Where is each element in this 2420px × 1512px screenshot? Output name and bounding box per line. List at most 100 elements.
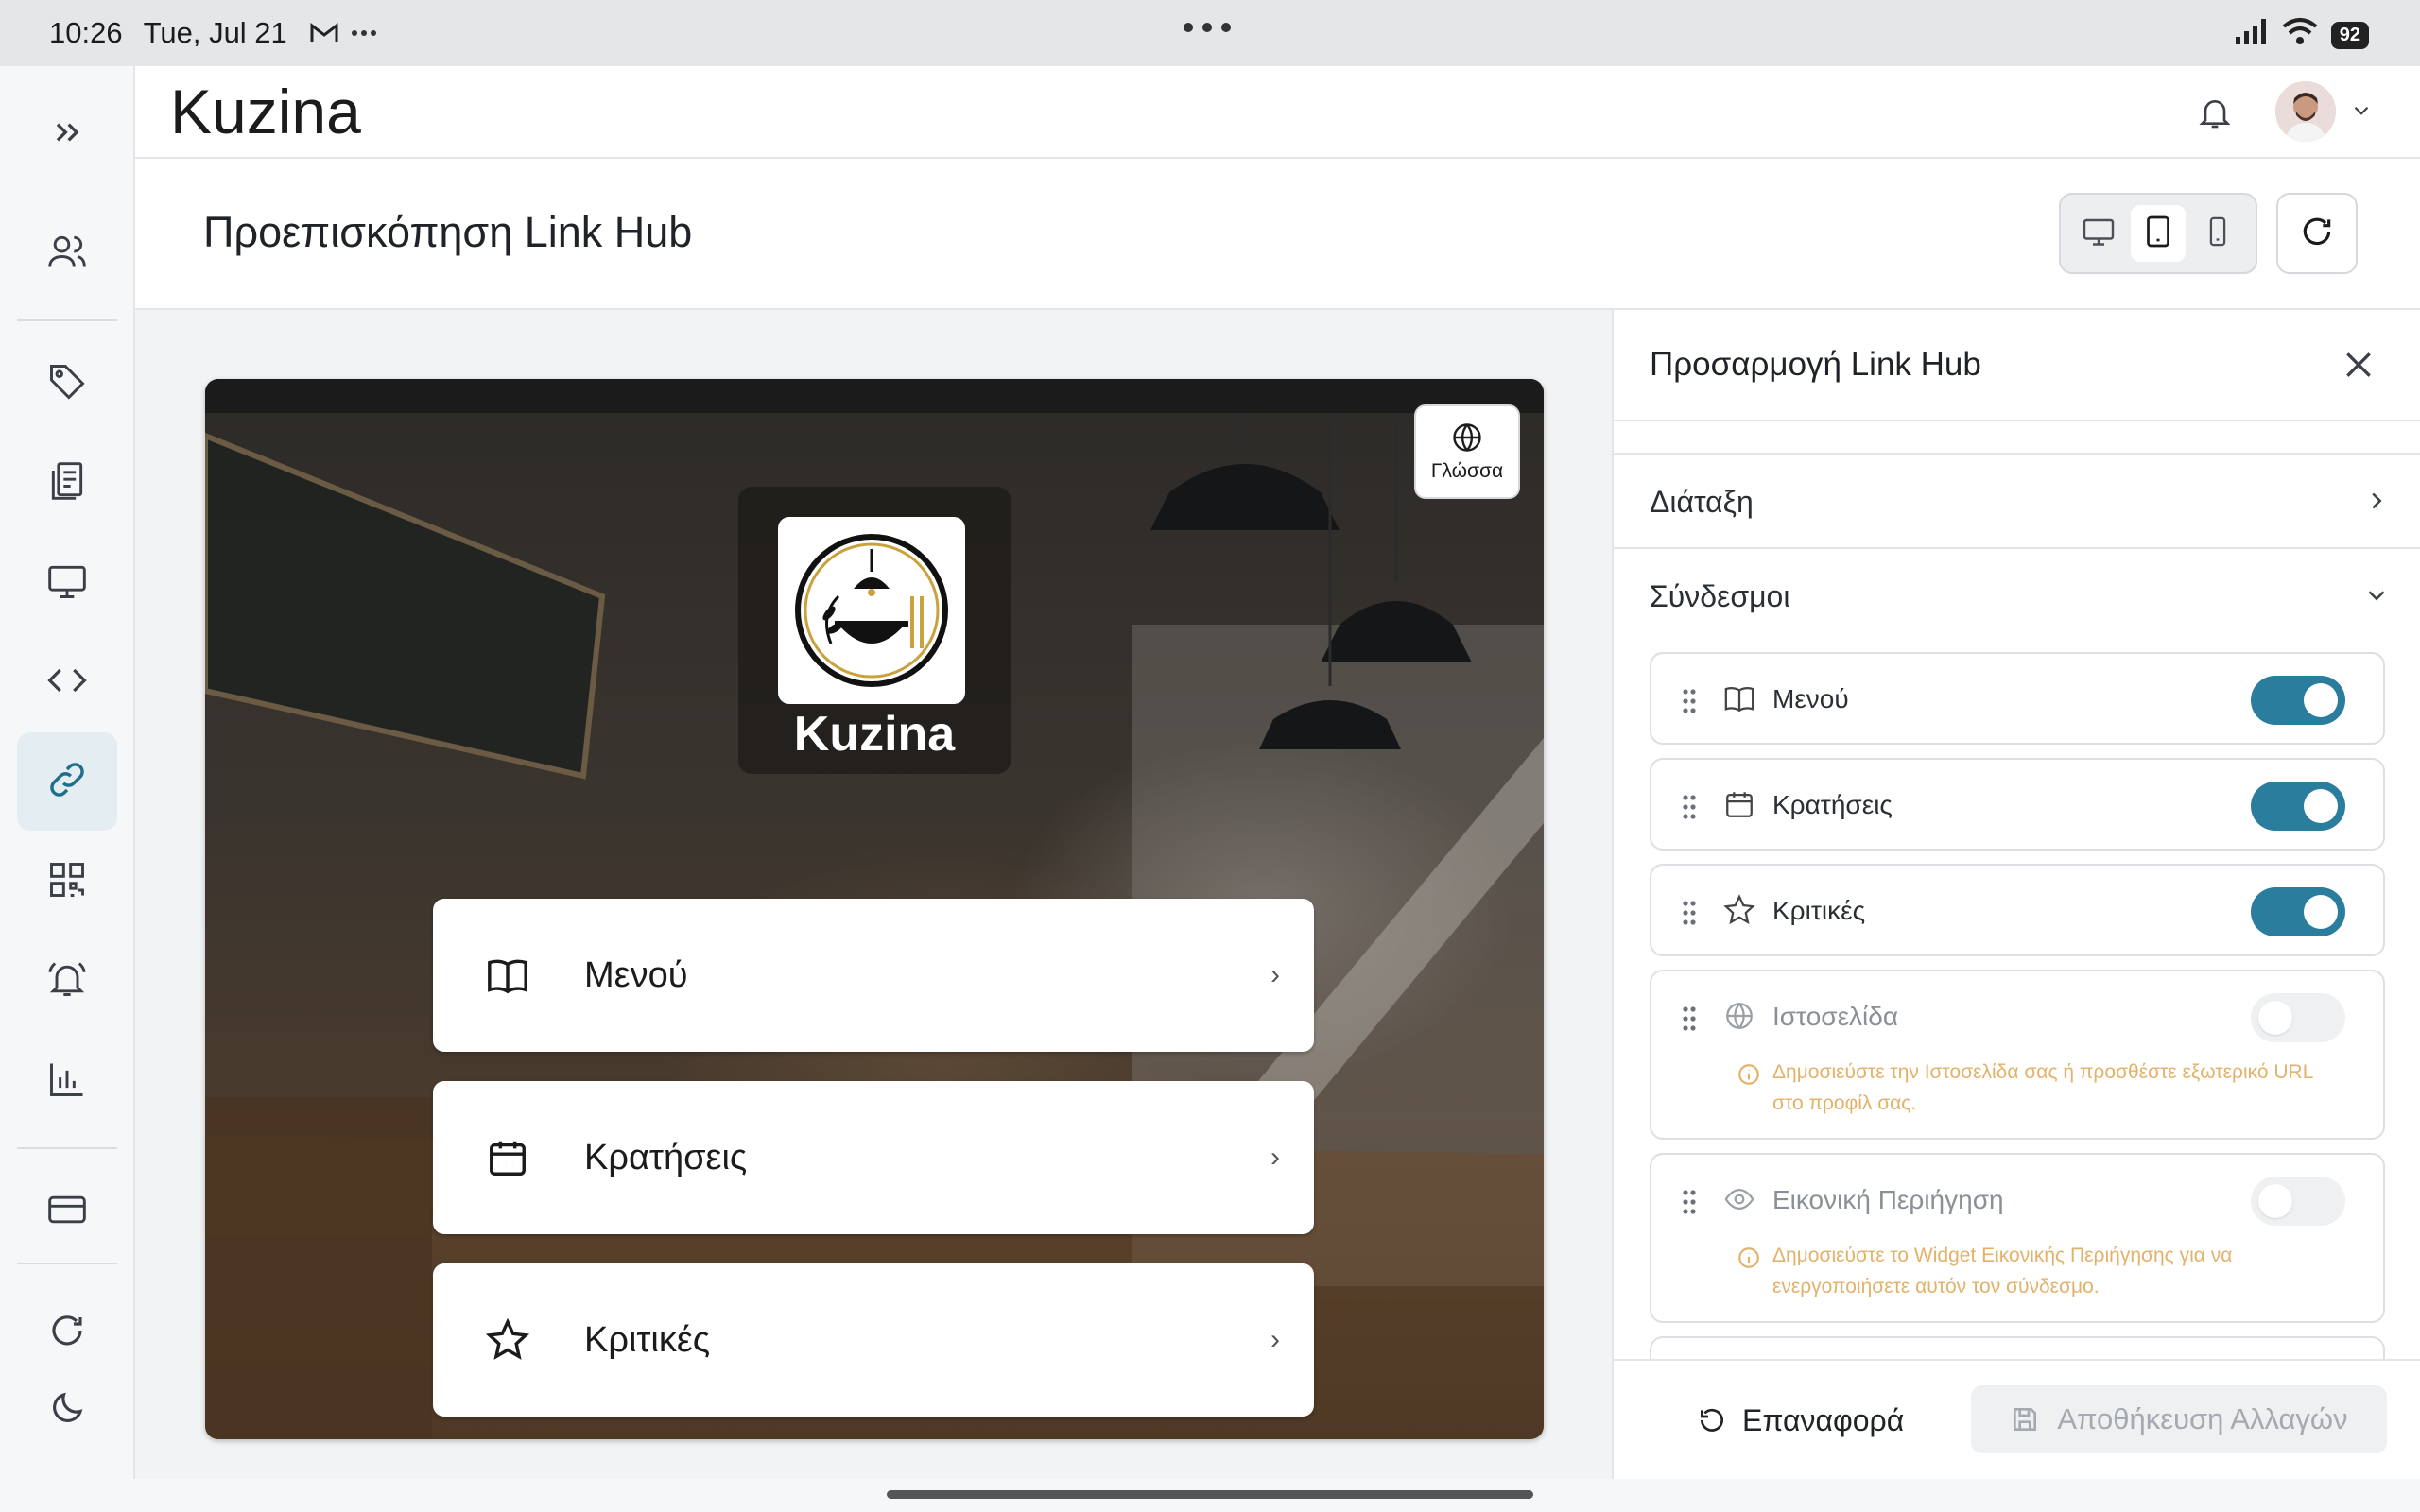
info-icon xyxy=(1737,1246,1761,1280)
link-item-label: Ιστοσελίδα xyxy=(1772,1002,1899,1031)
drag-handle-icon[interactable] xyxy=(1682,794,1697,825)
more-notifications-icon xyxy=(351,29,376,37)
reset-label: Επαναφορά xyxy=(1742,1402,1905,1437)
preview-link-reviews[interactable]: Κριτικές › xyxy=(433,1263,1314,1417)
link-item-reservations: Κρατήσεις xyxy=(1650,758,2385,850)
link-item-toggle[interactable] xyxy=(2251,1177,2345,1226)
link-item-virtual-tour: Εικονική Περιήγηση Δημοσιεύστε το Widget… xyxy=(1650,1153,2385,1323)
book-icon xyxy=(1723,682,1755,719)
sidebar-item-link-hub[interactable] xyxy=(17,732,117,831)
panel-header: Προσαρμογή Link Hub xyxy=(1614,310,2420,421)
moon-icon xyxy=(47,1388,87,1433)
code-icon xyxy=(46,660,88,706)
desktop-preview-button[interactable] xyxy=(2071,205,2126,262)
account-menu-button[interactable] xyxy=(2349,98,2374,128)
layout-section-toggle[interactable]: Διάταξη xyxy=(1614,453,2420,547)
links-section-toggle[interactable]: Σύνδεσμοι xyxy=(1614,547,2420,642)
wifi-icon xyxy=(2282,17,2318,53)
link-hub-preview: Γλώσσα Kuzina Μενού › Κρατήσεις › Κριτικ… xyxy=(205,379,1544,1439)
sidebar-item-display[interactable] xyxy=(17,534,117,632)
page-title: Προεπισκόπηση Link Hub xyxy=(203,208,693,256)
link-item-website: Ιστοσελίδα Δημοσιεύστε την Ιστοσελίδα σα… xyxy=(1650,970,2385,1140)
top-header: Kuzina xyxy=(135,66,2420,159)
sidebar-divider xyxy=(17,1147,117,1149)
link-item-label: Μενού xyxy=(1772,684,1849,713)
brand-card: Kuzina xyxy=(738,487,1011,774)
link-item-toggle[interactable] xyxy=(2251,993,2345,1042)
document-icon xyxy=(46,460,88,507)
status-time: 10:26 xyxy=(49,16,123,49)
star-icon xyxy=(1723,894,1755,931)
link-item-hint-text: Δημοσιεύστε το Widget Εικονικής Περιήγησ… xyxy=(1772,1245,2233,1297)
expand-icon xyxy=(48,113,86,156)
close-icon xyxy=(2340,352,2377,387)
refresh-preview-button[interactable] xyxy=(2276,193,2358,274)
preview-link-reservations[interactable]: Κρατήσεις › xyxy=(433,1081,1314,1234)
tablet-preview-button[interactable] xyxy=(2130,205,2186,262)
chevron-right-icon: › xyxy=(1270,1142,1280,1173)
save-changes-button[interactable]: Αποθήκευση Αλλαγών xyxy=(1971,1385,2387,1453)
sidebar-item-embed-code[interactable] xyxy=(17,633,117,731)
drag-handle-icon[interactable] xyxy=(1682,1189,1697,1220)
sidebar-expand-button[interactable] xyxy=(17,85,117,183)
sidebar-item-tags[interactable] xyxy=(17,335,117,433)
sidebar-item-documents[interactable] xyxy=(17,434,117,532)
link-item-reviews: Κριτικές xyxy=(1650,864,2385,956)
save-icon xyxy=(2010,1404,2040,1435)
sidebar xyxy=(0,66,135,1479)
drag-handle-icon[interactable] xyxy=(1682,900,1697,931)
link-item-label: Εικονική Περιήγηση xyxy=(1772,1185,2004,1214)
home-indicator[interactable] xyxy=(887,1490,1533,1499)
brand-name: Kuzina xyxy=(793,707,956,762)
user-avatar[interactable] xyxy=(2275,81,2336,142)
language-button[interactable]: Γλώσσα xyxy=(1414,404,1520,499)
globe-icon xyxy=(1450,421,1484,455)
preview-area: Γλώσσα Kuzina Μενού › Κρατήσεις › Κριτικ… xyxy=(135,310,1612,1479)
link-item-hint-text: Δημοσιεύστε την Ιστοσελίδα σας ή προσθέσ… xyxy=(1772,1061,2313,1114)
preview-link-menu[interactable]: Μενού › xyxy=(433,899,1314,1052)
restaurant-logo xyxy=(778,517,965,704)
bar-chart-icon xyxy=(46,1058,88,1105)
link-item-toggle[interactable] xyxy=(2251,782,2345,831)
sidebar-divider xyxy=(17,1263,117,1264)
chevron-down-icon xyxy=(2362,581,2391,614)
link-item-toggle[interactable] xyxy=(2251,887,2345,936)
reset-button[interactable]: Επαναφορά xyxy=(1697,1387,1904,1453)
page-header: Προεπισκόπηση Link Hub xyxy=(135,159,2420,310)
book-icon xyxy=(486,954,529,1002)
link-item-menu: Μενού xyxy=(1650,652,2385,745)
customize-panel: Προσαρμογή Link Hub Διάταξη Σύνδεσμοι Με… xyxy=(1612,310,2420,1479)
tag-icon xyxy=(46,361,88,407)
chevron-right-icon xyxy=(2362,487,2391,520)
links-section-label: Σύνδεσμοι xyxy=(1650,579,1790,613)
drag-handle-icon[interactable] xyxy=(1682,1005,1697,1037)
close-panel-button[interactable] xyxy=(2340,346,2377,388)
link-item-hint: Δημοσιεύστε το Widget Εικονικής Περιήγησ… xyxy=(1737,1240,2345,1302)
info-icon xyxy=(1737,1062,1761,1096)
drag-handle-icon[interactable] xyxy=(1682,688,1697,719)
refresh-icon xyxy=(47,1311,87,1355)
sidebar-item-users[interactable] xyxy=(17,204,117,302)
layout-section-label: Διάταξη xyxy=(1650,485,1754,519)
mobile-preview-button[interactable] xyxy=(2190,205,2245,262)
sidebar-item-alerts[interactable] xyxy=(17,932,117,1030)
signal-icon xyxy=(2235,18,2269,52)
desktop-icon xyxy=(2082,215,2116,253)
link-item-partial xyxy=(1650,1336,2385,1359)
link-item-toggle[interactable] xyxy=(2251,676,2345,725)
sidebar-item-qr-codes[interactable] xyxy=(17,833,117,931)
preview-link-label: Κριτικές xyxy=(584,1319,711,1360)
gmail-icon xyxy=(310,22,338,44)
multitask-dots-icon[interactable] xyxy=(1184,23,1231,32)
mobile-icon xyxy=(2202,215,2234,252)
sidebar-item-billing[interactable] xyxy=(17,1162,117,1261)
qr-code-icon xyxy=(46,859,88,905)
link-item-label: Κρατήσεις xyxy=(1772,790,1893,819)
battery-indicator: 92 xyxy=(2330,21,2369,49)
notifications-button[interactable] xyxy=(2196,93,2234,137)
status-date: Tue, Jul 21 xyxy=(143,16,287,49)
device-preview-toggle xyxy=(2059,193,2257,274)
sidebar-item-analytics[interactable] xyxy=(17,1032,117,1130)
sidebar-theme-toggle[interactable] xyxy=(17,1361,117,1459)
globe-icon xyxy=(1723,1000,1755,1037)
